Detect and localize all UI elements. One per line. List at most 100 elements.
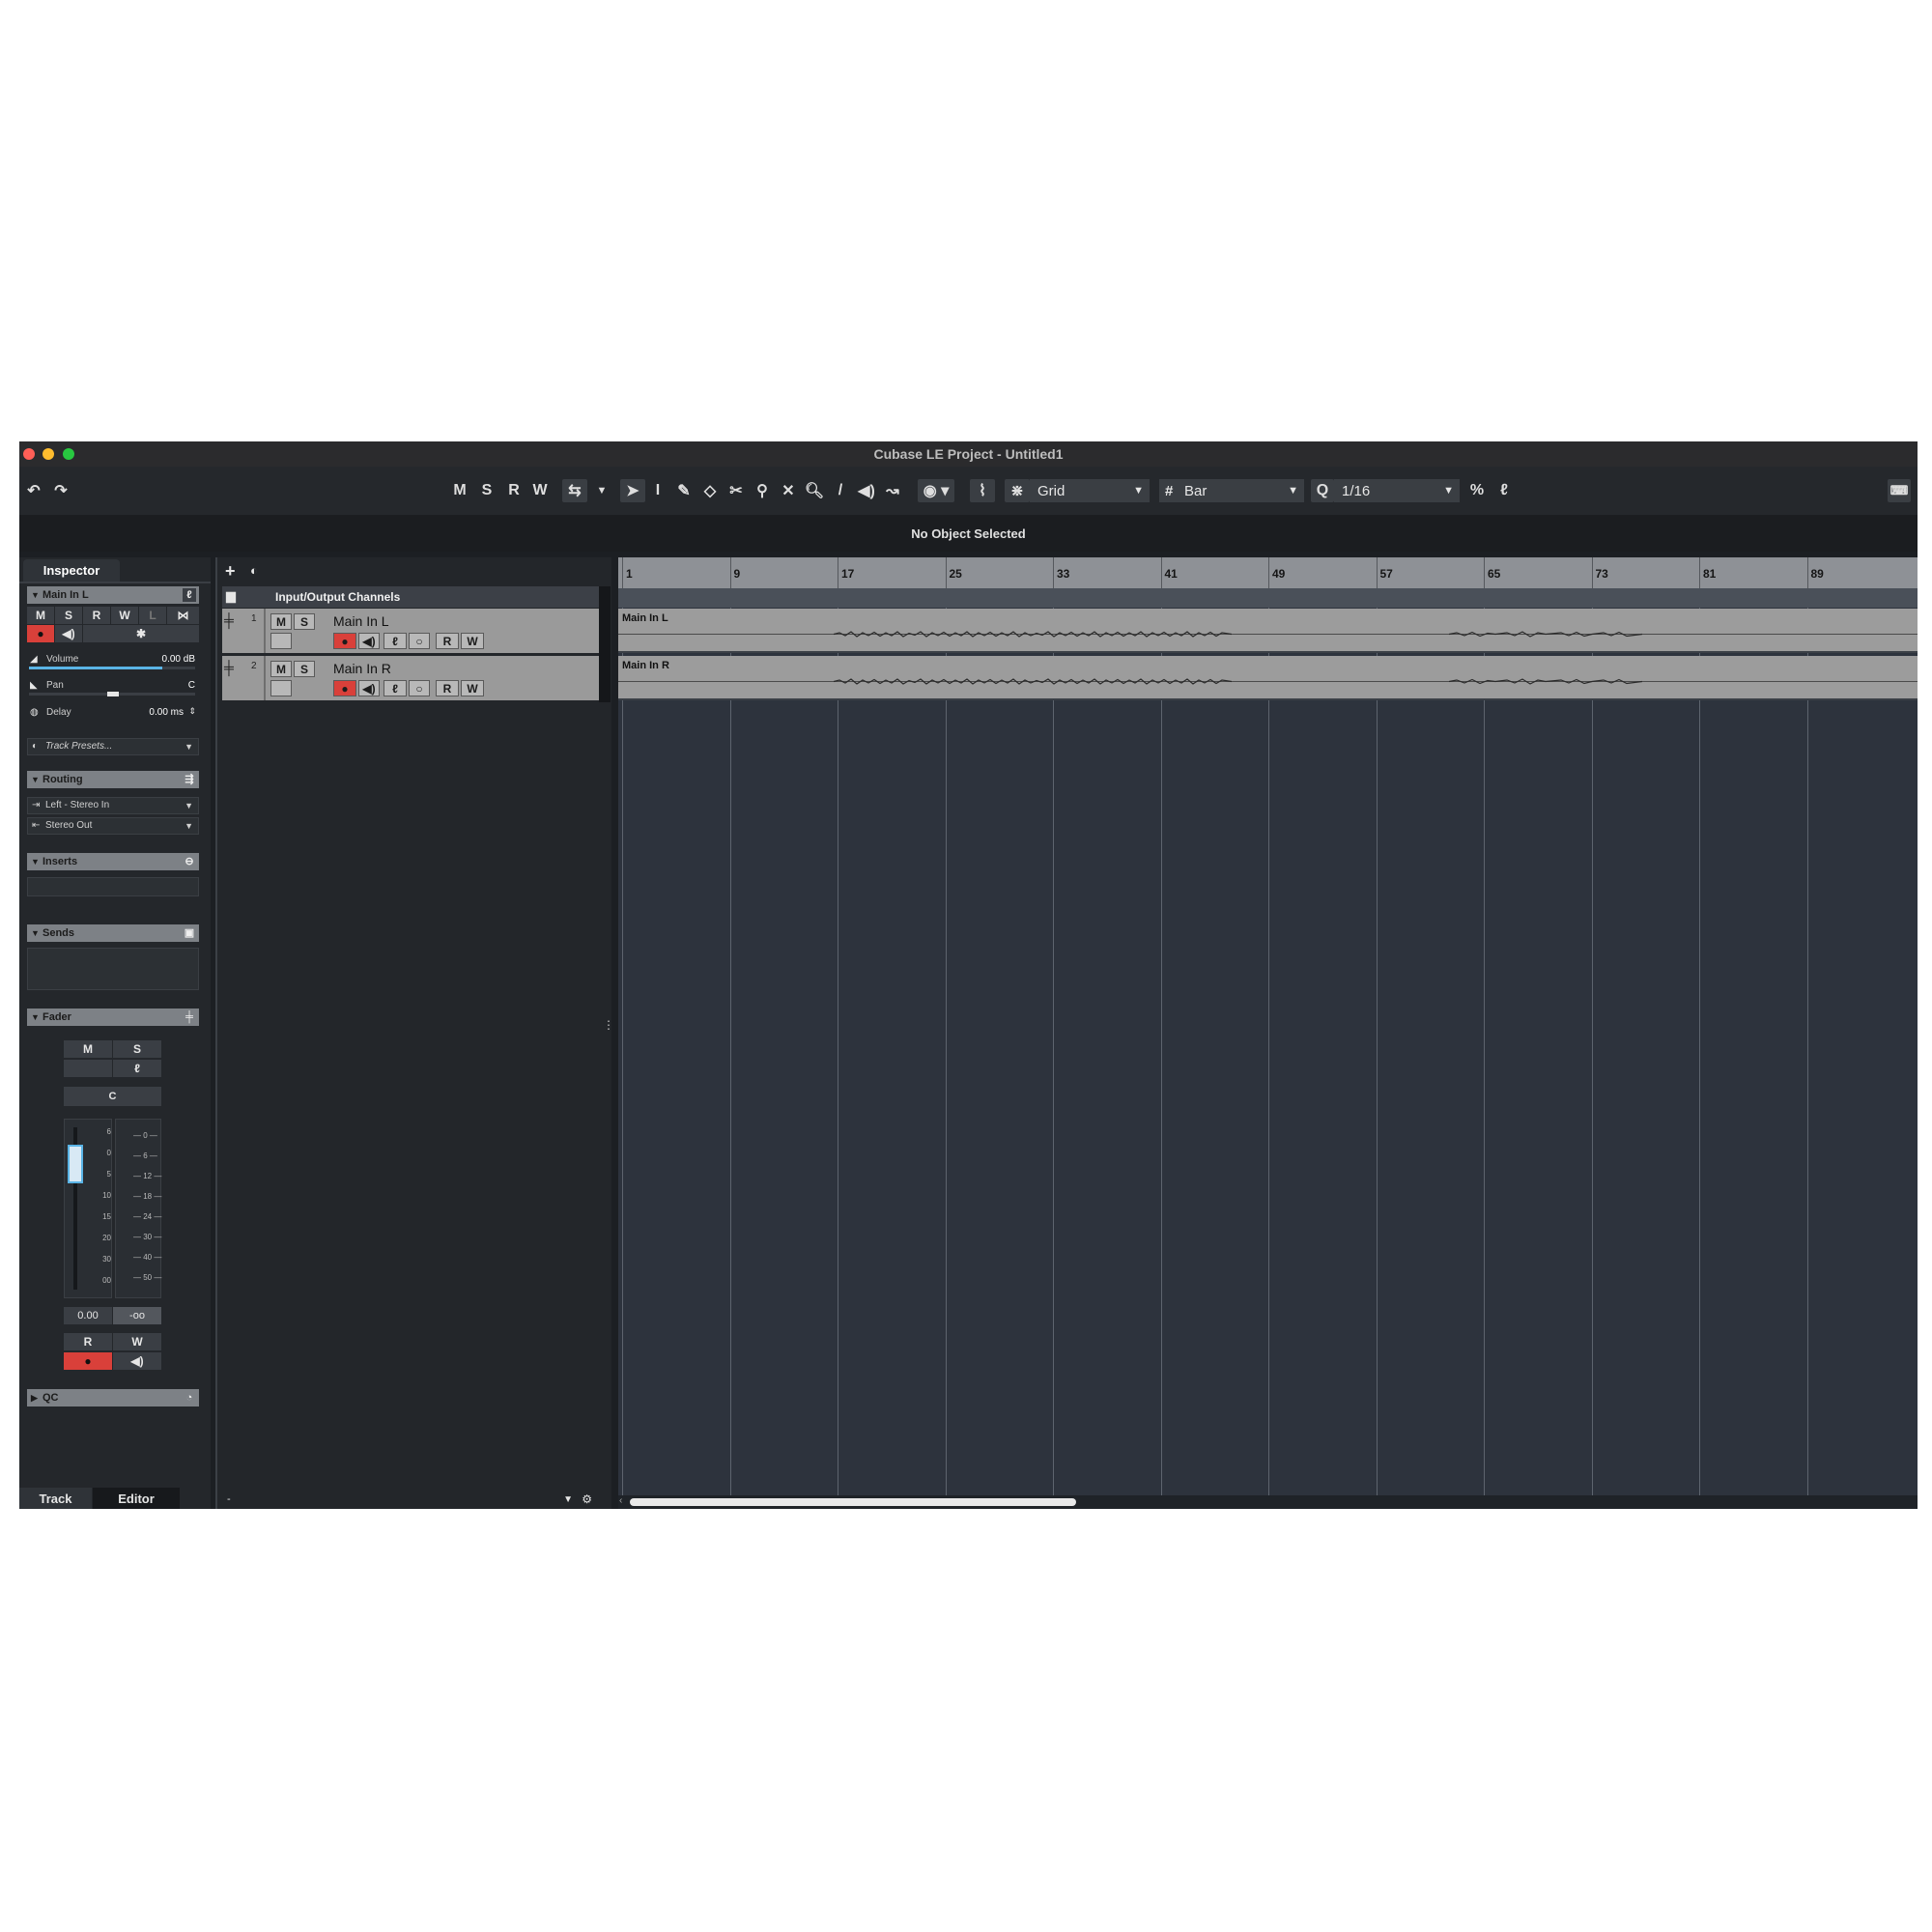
scroll-left-icon[interactable]: ‹ [619, 1495, 622, 1506]
track-edit-icon[interactable]: ℓ [384, 633, 407, 649]
quantize-icon[interactable]: Q [1311, 479, 1334, 502]
stepper-icon[interactable]: ⇕ [188, 706, 196, 717]
fader-solo-button[interactable]: S [113, 1040, 161, 1058]
panel-splitter[interactable]: ⋮ [603, 1019, 614, 1044]
chevron-down-icon[interactable]: ▼ [563, 1494, 573, 1505]
bypass-sends-icon[interactable]: ▣ [183, 926, 196, 940]
volume-fader[interactable]: 6 0 5 10 15 20 30 00 [64, 1119, 112, 1298]
inspector-solo-button[interactable]: S [55, 607, 82, 624]
track-lanes-icon[interactable]: ○ [409, 633, 430, 649]
warp-icon[interactable]: ↝ [882, 479, 903, 502]
inspector-track-name-section[interactable]: ▼ Main In L ℓ [27, 586, 199, 604]
editor-tab[interactable]: Editor [93, 1488, 180, 1509]
track-list-scrollbar[interactable] [599, 586, 611, 702]
fader-read-button[interactable]: R [64, 1333, 112, 1350]
folder-track[interactable]: ▆ Input/Output Channels [222, 586, 599, 608]
range-selection-icon[interactable]: I [647, 479, 668, 502]
pan-handle[interactable] [107, 692, 119, 696]
inspector-lock-button[interactable]: L [139, 607, 166, 624]
color-tool-icon[interactable]: ◉ ▾ [918, 479, 954, 502]
track-write-button[interactable]: W [461, 633, 484, 649]
fader-value[interactable]: 0.00 [64, 1307, 112, 1324]
fader-monitor-icon[interactable]: ◀) [113, 1352, 161, 1370]
fader-pan-control[interactable]: C [64, 1087, 161, 1106]
horizontal-scrollbar[interactable]: ‹ [618, 1495, 1918, 1509]
play-tool-icon[interactable]: ◀) [856, 479, 877, 502]
routing-output-select[interactable]: ⇤ Stereo Out ▼ [27, 817, 199, 835]
erase-icon[interactable]: ◇ [699, 479, 721, 502]
inserts-section[interactable]: ▼ Inserts ⊖ [27, 853, 199, 870]
undo-icon[interactable]: ↶ [23, 479, 44, 502]
track-edit-icon[interactable]: ℓ [384, 680, 407, 696]
zoom-minus[interactable]: - [227, 1493, 231, 1505]
gear-icon[interactable]: ⚙ [582, 1492, 592, 1506]
autoscroll-dropdown-icon[interactable]: ▼ [591, 479, 612, 502]
keyboard-icon[interactable]: ⌨ [1888, 479, 1911, 502]
track-read-button[interactable]: R [436, 680, 459, 696]
fader-write-button[interactable]: W [113, 1333, 161, 1350]
track-read-button[interactable]: R [436, 633, 459, 649]
track-color-button[interactable] [270, 680, 292, 696]
pan-control[interactable]: ◣ Pan C [27, 678, 199, 697]
track-name[interactable]: Main In R [333, 661, 391, 676]
track-options-icon[interactable]: ◐ [250, 563, 273, 581]
iterative-quantize-icon[interactable]: % [1466, 479, 1488, 502]
mute-button[interactable]: M [449, 479, 470, 502]
volume-control[interactable]: ◢ Volume 0.00 dB [27, 652, 199, 671]
fader-edit-icon[interactable]: ℓ [113, 1060, 161, 1077]
freeze-icon[interactable]: ✱ [83, 625, 199, 642]
track-row[interactable]: ╪ 2 M S Main In R ● ◀) ℓ ○ R W [222, 656, 599, 700]
track-record-icon[interactable]: ● [333, 633, 356, 649]
track-solo-button[interactable]: S [294, 613, 315, 630]
fader-empty-button[interactable] [64, 1060, 112, 1077]
record-enable-icon[interactable]: ● [27, 625, 54, 642]
grid-type-select[interactable]: # Bar ▼ [1159, 479, 1304, 502]
edit-channel-icon[interactable]: ℓ [183, 588, 196, 602]
inspector-read-button[interactable]: R [83, 607, 110, 624]
track-row[interactable]: ╪ 1 M S Main In L ● ◀) ℓ ○ R W [222, 609, 599, 653]
track-name[interactable]: Main In L [333, 613, 389, 629]
track-record-icon[interactable]: ● [333, 680, 356, 696]
track-color-button[interactable] [270, 633, 292, 649]
track-mute-button[interactable]: M [270, 613, 292, 630]
sends-section[interactable]: ▼ Sends ▣ [27, 924, 199, 942]
redo-icon[interactable]: ↷ [50, 479, 71, 502]
zoom-icon[interactable]: 🔍︎ [804, 479, 825, 502]
line-icon[interactable]: / [830, 479, 851, 502]
track-write-button[interactable]: W [461, 680, 484, 696]
read-button[interactable]: R [503, 479, 525, 502]
fader-section[interactable]: ▼ Fader ╪ [27, 1009, 199, 1026]
quantize-select[interactable]: 1/16 ▼ [1334, 479, 1460, 502]
object-selection-icon[interactable]: ➤ [620, 479, 645, 502]
monitor-icon[interactable]: ◀) [55, 625, 82, 642]
track-tab[interactable]: Track [19, 1488, 92, 1509]
track-monitor-icon[interactable]: ◀) [358, 633, 380, 649]
snap-icon[interactable]: ⋇ [1005, 479, 1030, 502]
routing-input-select[interactable]: ⇥ Left - Stereo In ▼ [27, 797, 199, 814]
track-lanes-icon[interactable]: ○ [409, 680, 430, 696]
audio-event-lane[interactable]: Main In R [618, 656, 1918, 700]
split-icon[interactable]: ✂ [725, 479, 747, 502]
lanes-icon[interactable]: ⋈ [167, 607, 199, 624]
routing-section[interactable]: ▼ Routing ⇶ [27, 771, 199, 788]
peak-value[interactable]: -oo [113, 1307, 161, 1324]
insert-slot[interactable] [27, 877, 199, 896]
send-slots[interactable] [27, 948, 199, 990]
autoscroll-icon[interactable]: ⇆ [562, 479, 587, 502]
inspector-mute-button[interactable]: M [27, 607, 54, 624]
track-solo-button[interactable]: S [294, 661, 315, 677]
bypass-inserts-icon[interactable]: ⊖ [183, 855, 196, 868]
track-presets-field[interactable]: ◐ Track Presets... ▼ [27, 738, 199, 755]
draw-icon[interactable]: ✎ [673, 479, 695, 502]
audio-event-lane[interactable]: Main In L [618, 609, 1918, 653]
track-monitor-icon[interactable]: ◀) [358, 680, 380, 696]
mute-tool-icon[interactable]: ✕ [778, 479, 799, 502]
write-button[interactable]: W [529, 479, 551, 502]
inspector-write-button[interactable]: W [111, 607, 138, 624]
ruler[interactable]: 1 9 17 25 33 41 49 57 65 73 81 89 [618, 557, 1918, 588]
inspector-tab[interactable]: Inspector [23, 559, 120, 582]
fader-mute-button[interactable]: M [64, 1040, 112, 1058]
delay-control[interactable]: ◍ Delay 0.00 ms ⇕ [27, 705, 199, 723]
fader-record-icon[interactable]: ● [64, 1352, 112, 1370]
glue-icon[interactable]: ⚲ [752, 479, 773, 502]
